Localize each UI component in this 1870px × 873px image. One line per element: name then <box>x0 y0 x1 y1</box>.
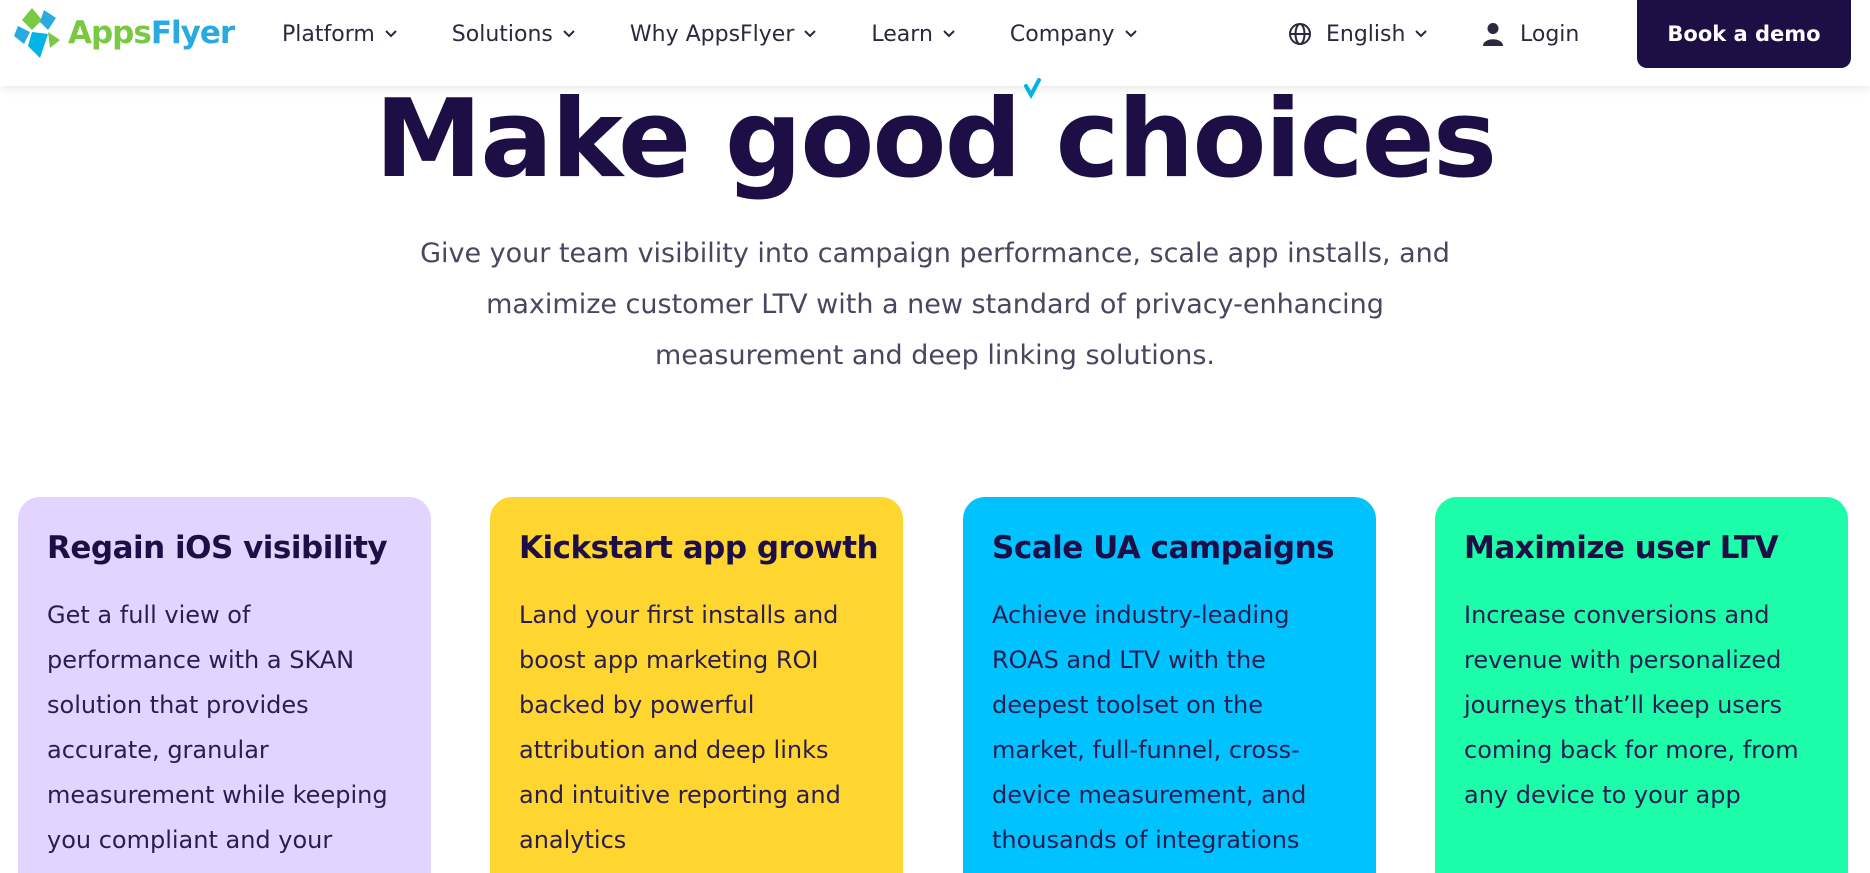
nav-item-label: Why AppsFlyer <box>629 21 795 47</box>
nav-item-learn[interactable]: Learn <box>871 18 956 50</box>
site-header: AppsFlyer Platform Solutions Why AppsFly… <box>0 0 1870 86</box>
nav-item-label: Learn <box>871 21 933 47</box>
language-label: English <box>1326 21 1406 47</box>
nav-item-label: Solutions <box>451 21 553 47</box>
chevron-down-icon <box>943 30 955 38</box>
chevron-down-icon <box>385 30 397 38</box>
chevron-down-icon <box>1415 30 1428 38</box>
logo-wordmark: AppsFlyer <box>68 15 235 51</box>
card-body: Land your first installs and boost app m… <box>519 601 841 854</box>
card-kickstart-app-growth[interactable]: Kickstart app growth Land your first ins… <box>490 497 903 873</box>
logo-wordmark-flyer: Flyer <box>150 15 235 51</box>
card-body: Increase conversions and revenue with pe… <box>1464 601 1799 809</box>
logo-mark-icon <box>14 8 60 58</box>
login-link[interactable]: Login <box>1482 18 1579 50</box>
user-icon <box>1483 23 1503 46</box>
hero-title: Make good choices <box>374 77 1497 202</box>
card-scale-ua-campaigns[interactable]: Scale UA campaigns Achieve industry-lead… <box>963 497 1376 873</box>
book-demo-button[interactable]: Book a demo <box>1637 0 1851 68</box>
card-body: Get a full view of performance with a SK… <box>47 601 388 854</box>
card-title: Maximize user LTV <box>1464 530 1779 566</box>
nav-item-platform[interactable]: Platform <box>282 18 398 50</box>
appsflyer-logo[interactable]: AppsFlyer <box>14 6 235 60</box>
chevron-down-icon <box>1124 30 1137 38</box>
chevron-down-icon <box>804 30 817 38</box>
language-selector[interactable]: English <box>1288 18 1428 50</box>
globe-icon <box>1289 23 1311 45</box>
nav-item-label: Platform <box>282 21 375 47</box>
hero-subtitle: Give your team visibility into campaign … <box>420 238 1450 371</box>
card-title: Scale UA campaigns <box>992 530 1335 566</box>
logo-wordmark-apps: Apps <box>68 15 152 51</box>
nav-item-why-appsflyer[interactable]: Why AppsFlyer <box>630 18 818 50</box>
login-label: Login <box>1520 21 1580 47</box>
card-title: Kickstart app growth <box>519 530 879 566</box>
nav-item-label: Company <box>1009 21 1115 47</box>
accent-tick-icon <box>1024 78 1041 100</box>
card-title: Regain iOS visibility <box>47 530 388 566</box>
nav-item-company[interactable]: Company <box>1010 18 1138 50</box>
card-regain-ios-visibility[interactable]: Regain iOS visibility Get a full view of… <box>18 497 431 873</box>
chevron-down-icon <box>563 30 575 38</box>
card-body: Achieve industry-leading ROAS and LTV wi… <box>992 601 1307 854</box>
main-nav: Platform Solutions Why AppsFlyer Learn C… <box>282 18 1192 50</box>
card-maximize-user-ltv[interactable]: Maximize user LTV Increase conversions a… <box>1435 497 1848 873</box>
nav-item-solutions[interactable]: Solutions <box>452 18 576 50</box>
